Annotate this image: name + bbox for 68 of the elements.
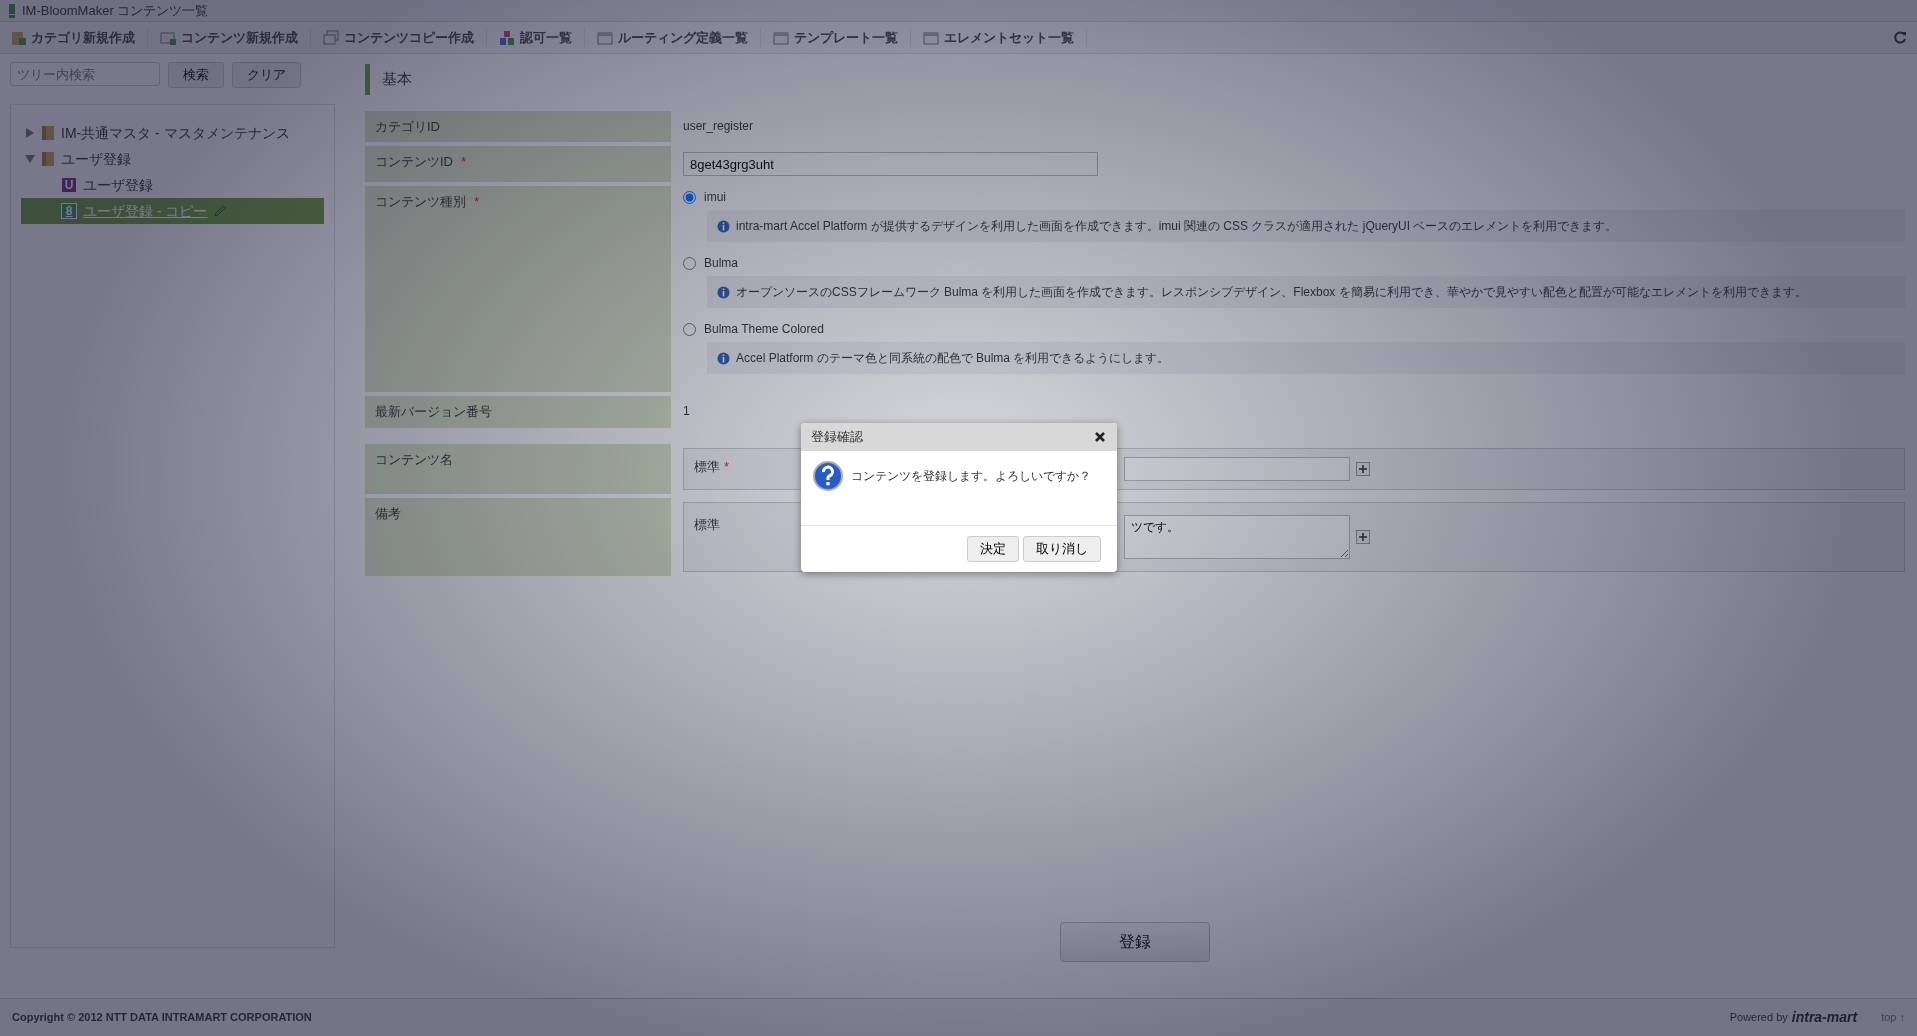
register-button[interactable]: 登録 xyxy=(1060,922,1210,962)
copyright-text: Copyright © 2012 NTT DATA INTRAMART CORPORATION xyxy=(12,1010,312,1026)
text-field[interactable] xyxy=(1124,456,1350,481)
tree-item[interactable]: U ユーザ登録 xyxy=(21,172,324,198)
content-badge: U xyxy=(61,177,77,193)
dialog-button[interactable]: 取り消し xyxy=(1023,535,1101,562)
folder-icon xyxy=(41,151,55,167)
folder-plus-icon xyxy=(10,29,26,46)
tree-item[interactable]: ユーザ登録 xyxy=(21,146,324,172)
question-icon xyxy=(813,460,843,491)
radio-label: Bulma xyxy=(704,255,738,272)
required-mark: * xyxy=(461,154,467,169)
toolbar-button[interactable]: カテゴリ新規作成 xyxy=(10,27,148,48)
info-icon xyxy=(717,285,730,299)
field-label: 最新バージョン番号 xyxy=(365,396,671,428)
plus-icon[interactable] xyxy=(1356,461,1370,476)
window-icon xyxy=(923,29,939,46)
info-icon xyxy=(717,351,730,365)
info-icon xyxy=(717,219,730,233)
field-label: カテゴリID xyxy=(365,110,671,142)
logo-text: intra-mart xyxy=(1791,1008,1858,1027)
info-text: Accel Platform のテーマ色と同系統の配色で Bulma を利用できるようにします。 xyxy=(736,350,1170,367)
text-area[interactable]: ツです。 xyxy=(1124,514,1350,559)
radio-label: Bulma Theme Colored xyxy=(704,321,824,338)
toolbar-button[interactable]: エレメントセット一覧 xyxy=(923,27,1087,48)
powered-by-text: Powered by xyxy=(1729,1010,1788,1026)
info-text: オープンソースのCSSフレームワーク Bulma を利用した画面を作成できます。レスポンシブデザイン、Flexbox を簡易に利用でき、華やかで見やすい配色と配置が可能なエレメントを利用できます。 xyxy=(736,284,1807,301)
windows-icon xyxy=(323,29,339,46)
radio-button[interactable] xyxy=(683,322,696,336)
info-text: intra-mart Accel Platform が提供するデザインを利用した画面を作成できます。imui 関連の CSS クラスが適用された jQueryUI ベースのエレメントを利用できます。 xyxy=(736,218,1618,235)
close-button[interactable] xyxy=(1093,431,1107,442)
window-icon xyxy=(773,29,789,46)
refresh-icon[interactable] xyxy=(1893,30,1907,45)
radio-button[interactable] xyxy=(683,256,696,270)
folder-icon xyxy=(41,125,55,141)
locale-label: 標準 xyxy=(694,516,720,532)
locale-label: 標準 xyxy=(694,458,720,474)
toolbar-button[interactable]: ルーティング定義一覧 xyxy=(597,27,761,48)
required-mark: * xyxy=(474,194,480,209)
toolbar-button[interactable]: コンテンツコピー作成 xyxy=(323,27,487,48)
dialog-message: コンテンツを登録します。よろしいですか？ xyxy=(851,467,1091,485)
dialog-title: 登録確認 xyxy=(811,428,863,446)
toolbar-button[interactable]: コンテンツ新規作成 xyxy=(160,27,311,48)
plus-icon[interactable] xyxy=(1356,529,1370,544)
field-label: コンテンツ名 xyxy=(365,443,671,494)
field-value: user_register xyxy=(683,118,754,133)
content-badge: 8 xyxy=(61,203,77,219)
field-label: 備考 xyxy=(365,497,671,576)
sidebar-button[interactable]: クリア xyxy=(232,62,301,88)
field-value: 1 xyxy=(683,404,690,418)
section-heading: 基本 xyxy=(365,64,1905,95)
window-icon xyxy=(597,29,613,46)
toolbar-button[interactable]: テンプレート一覧 xyxy=(773,27,911,48)
pencil-icon xyxy=(213,204,228,218)
dialog-button[interactable]: 決定 xyxy=(967,535,1019,562)
close-icon xyxy=(1095,431,1105,442)
toolbar-button[interactable]: 認可一覧 xyxy=(499,27,585,48)
radio-label: imui xyxy=(704,189,726,206)
field-label: コンテンツID * xyxy=(365,146,671,182)
tree-item[interactable]: IM-共通マスタ - マスタメンテナンス xyxy=(21,120,324,146)
window-plus-icon xyxy=(160,29,176,46)
sidebar-button[interactable]: 検索 xyxy=(168,62,224,88)
radio-button[interactable] xyxy=(683,190,696,204)
blocks-icon xyxy=(499,29,515,46)
app-icon xyxy=(8,3,16,18)
text-field[interactable]: 8get43grg3uht xyxy=(683,152,1098,176)
required-mark: * xyxy=(724,458,730,474)
field-label: コンテンツ種別 * xyxy=(365,186,671,392)
